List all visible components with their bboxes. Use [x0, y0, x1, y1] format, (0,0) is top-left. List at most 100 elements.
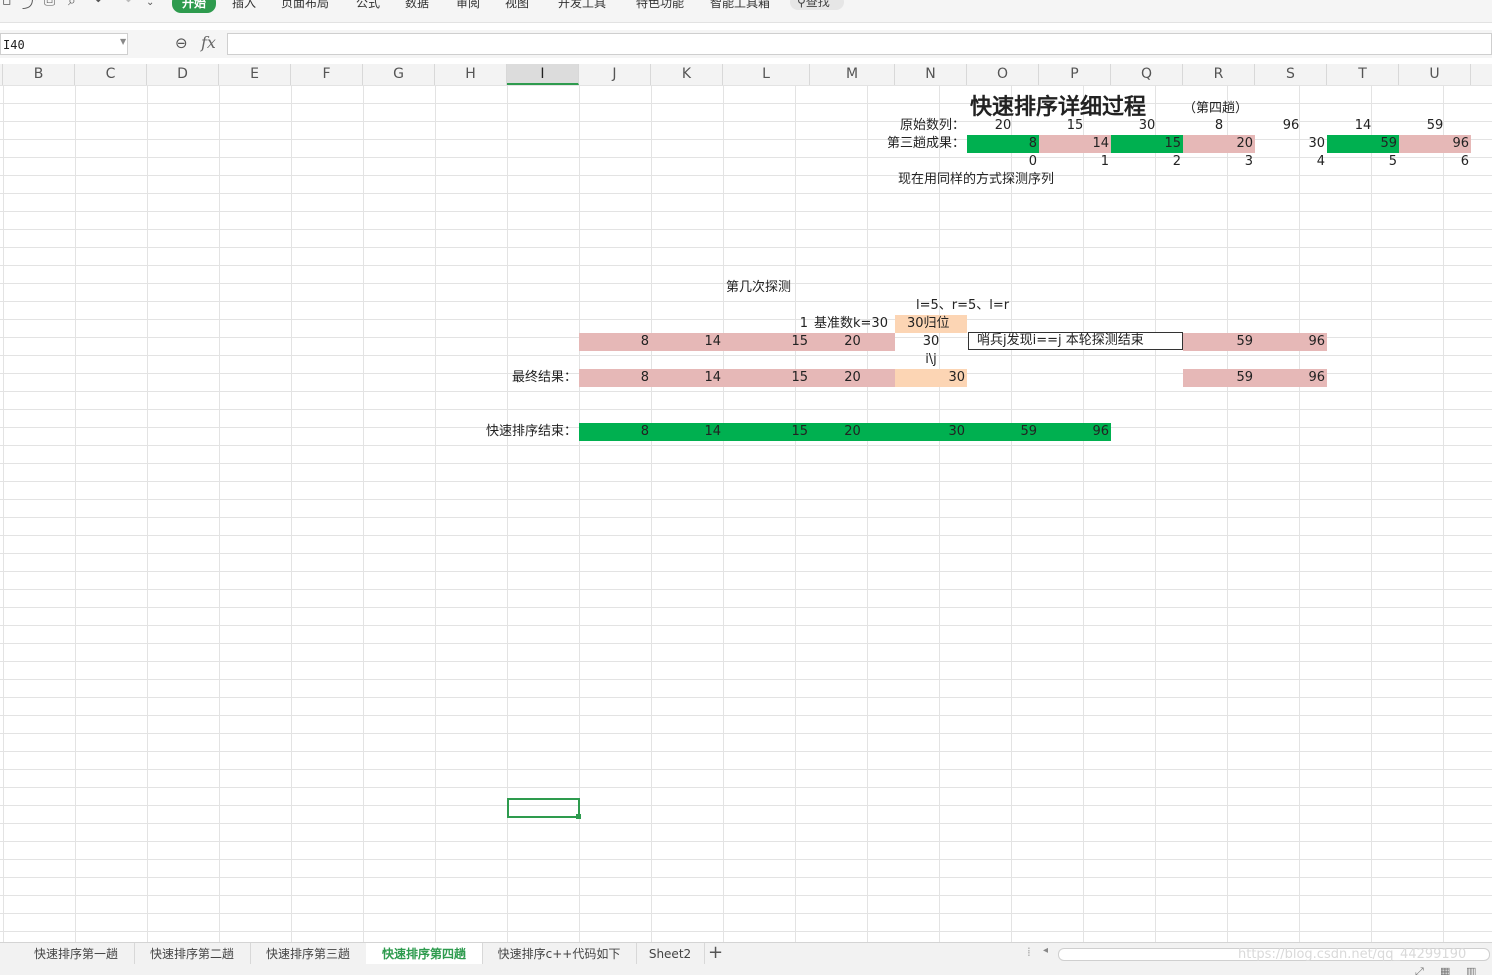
column-header-n[interactable]: N: [895, 64, 967, 85]
scroll-left-icon[interactable]: ◂: [1043, 945, 1048, 956]
sorted-value[interactable]: 14: [651, 423, 723, 441]
column-header-l[interactable]: L: [723, 64, 810, 85]
column-header-t[interactable]: T: [1327, 64, 1399, 85]
tab-special-features[interactable]: 特色功能: [636, 0, 684, 13]
column-header-d[interactable]: D: [147, 64, 219, 85]
add-sheet-icon[interactable]: +: [708, 943, 723, 963]
tab-smart-toolbox[interactable]: 智能工具箱: [710, 0, 770, 13]
sorted-value[interactable]: 20: [810, 423, 895, 441]
final-label[interactable]: 最终结果：: [480, 369, 579, 387]
original-value[interactable]: 20: [967, 117, 1039, 135]
final-value[interactable]: 20: [810, 369, 895, 387]
page-break-view-icon[interactable]: ▥: [1466, 965, 1476, 975]
tab-view[interactable]: 视图: [505, 0, 529, 13]
column-header-p[interactable]: P: [1039, 64, 1111, 85]
column-header-j[interactable]: J: [579, 64, 651, 85]
find-button[interactable]: ⚲查找: [790, 0, 844, 10]
tab-page-layout[interactable]: 页面布局: [281, 0, 329, 13]
third-pass-label[interactable]: 第三趟成果：: [840, 135, 967, 153]
sorted-value[interactable]: 59: [967, 423, 1039, 441]
sheet-subtitle[interactable]: （第四趟）: [1183, 97, 1248, 116]
final-value[interactable]: 8: [579, 369, 651, 387]
tab-developer[interactable]: 开发工具: [558, 0, 606, 13]
redo-icon[interactable]: ↷: [120, 0, 132, 9]
third-pass-value[interactable]: 59: [1327, 135, 1399, 153]
third-pass-value[interactable]: 15: [1111, 135, 1183, 153]
fx-icon[interactable]: fx: [201, 33, 216, 52]
print-icon[interactable]: ⎙: [44, 0, 55, 9]
column-header-u[interactable]: U: [1399, 64, 1471, 85]
note-text[interactable]: 现在用同样的方式探测序列: [896, 171, 1116, 189]
sentinel-message[interactable]: 哨兵j发现i==j 本轮探测结束: [968, 332, 1183, 350]
probe-value[interactable]: 15: [723, 333, 810, 351]
index-cell[interactable]: 3: [1183, 153, 1255, 171]
sheet-tab-pass-1[interactable]: 快速排序第一趟: [18, 943, 135, 965]
column-header-c[interactable]: C: [75, 64, 147, 85]
undo-icon[interactable]: ↶: [95, 0, 107, 9]
original-label[interactable]: 原始数列：: [860, 117, 967, 135]
column-header-i[interactable]: I: [507, 64, 579, 85]
tab-data[interactable]: 数据: [405, 0, 429, 13]
name-box-dropdown-icon[interactable]: ▼: [120, 37, 126, 46]
probe-value[interactable]: 8: [579, 333, 651, 351]
active-cell-cursor[interactable]: [507, 798, 580, 818]
sorted-value[interactable]: 8: [579, 423, 651, 441]
pivot-label[interactable]: 基准数k=30: [812, 315, 895, 333]
final-value[interactable]: 15: [723, 369, 810, 387]
third-pass-value[interactable]: 8: [967, 135, 1039, 153]
tab-formulas[interactable]: 公式: [356, 0, 380, 13]
column-header-e[interactable]: E: [219, 64, 291, 85]
original-value[interactable]: 15: [1039, 117, 1111, 135]
tab-review[interactable]: 审阅: [456, 0, 480, 13]
column-header-f[interactable]: F: [291, 64, 363, 85]
index-cell[interactable]: 6: [1399, 153, 1471, 171]
sorted-value[interactable]: 15: [723, 423, 810, 441]
column-header-m[interactable]: M: [810, 64, 895, 85]
probe-pointers[interactable]: l=5、r=5、l=r: [914, 297, 1034, 315]
column-header-k[interactable]: K: [651, 64, 723, 85]
probe-count-label[interactable]: 第几次探测: [724, 279, 814, 297]
save-icon[interactable]: ▫: [2, 0, 12, 9]
fill-handle[interactable]: [576, 814, 581, 819]
index-cell[interactable]: 0: [967, 153, 1039, 171]
original-value[interactable]: 96: [1255, 117, 1327, 135]
tab-insert[interactable]: 插入: [232, 0, 256, 13]
name-box[interactable]: I40: [0, 33, 128, 55]
probe-value[interactable]: 59: [1183, 333, 1255, 351]
third-pass-value[interactable]: 20: [1183, 135, 1255, 153]
print-preview-icon[interactable]: ⌕: [68, 0, 76, 9]
tab-splitter-icon[interactable]: ⁞: [1027, 945, 1031, 959]
original-value[interactable]: 30: [1111, 117, 1183, 135]
formula-input[interactable]: [227, 33, 1492, 55]
normal-view-icon[interactable]: ▦: [1440, 965, 1450, 975]
final-value[interactable]: 59: [1183, 369, 1255, 387]
probe-number[interactable]: 1: [723, 315, 810, 333]
column-header-q[interactable]: Q: [1111, 64, 1183, 85]
column-header-h[interactable]: H: [435, 64, 507, 85]
third-pass-value[interactable]: 14: [1039, 135, 1111, 153]
index-cell[interactable]: 2: [1111, 153, 1183, 171]
pivot-home[interactable]: 30归位: [895, 315, 967, 333]
sort-end-label[interactable]: 快速排序结束：: [450, 423, 579, 441]
probe-value[interactable]: 14: [651, 333, 723, 351]
final-value[interactable]: 30: [895, 369, 967, 387]
column-header-g[interactable]: G: [363, 64, 435, 85]
probe-value[interactable]: 30: [895, 333, 967, 351]
fullscreen-icon[interactable]: ⤢: [1415, 965, 1424, 975]
sheet-tab-cpp-code[interactable]: 快速排序c++代码如下: [482, 943, 637, 965]
column-header-r[interactable]: R: [1183, 64, 1255, 85]
share-icon[interactable]: ⤴: [22, 0, 36, 13]
probe-value[interactable]: 96: [1255, 333, 1327, 351]
tab-home[interactable]: 开始: [172, 0, 217, 13]
column-header-b[interactable]: B: [3, 64, 75, 85]
final-value[interactable]: 96: [1255, 369, 1327, 387]
index-cell[interactable]: 5: [1327, 153, 1399, 171]
sheet-tab-pass-4[interactable]: 快速排序第四趟: [366, 943, 483, 965]
cell-grid[interactable]: 快速排序详细过程 （第四趟） 原始数列： 20 15 30 8 96 14 59…: [0, 85, 1492, 942]
sheet-tab-pass-2[interactable]: 快速排序第二趟: [134, 943, 251, 965]
original-value[interactable]: 59: [1399, 117, 1471, 135]
index-cell[interactable]: 4: [1255, 153, 1327, 171]
sorted-value[interactable]: 96: [1039, 423, 1111, 441]
sheet-tab-pass-3[interactable]: 快速排序第三趟: [250, 943, 367, 965]
zoom-icon[interactable]: ⊖: [175, 34, 188, 52]
